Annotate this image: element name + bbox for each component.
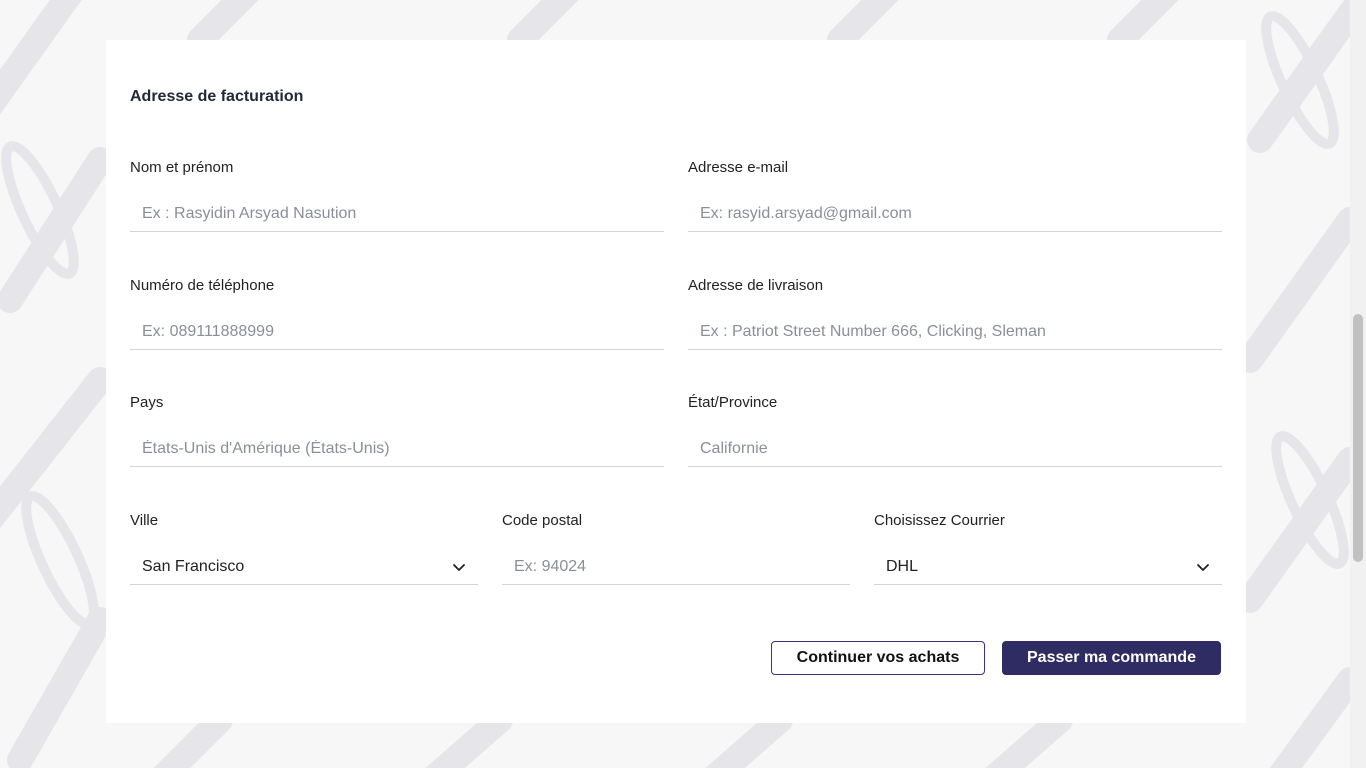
- continue-shopping-button[interactable]: Continuer vos achats: [771, 641, 985, 675]
- city-field: Ville San Francisco: [130, 511, 478, 585]
- country-field: Pays: [130, 393, 664, 467]
- state-input[interactable]: [688, 431, 1222, 467]
- courier-value: DHL: [886, 557, 919, 575]
- city-select[interactable]: San Francisco: [130, 549, 478, 585]
- chevron-down-icon: [452, 560, 466, 574]
- postal-code-input[interactable]: [502, 549, 850, 585]
- shipping-address-input[interactable]: [688, 314, 1222, 350]
- courier-select[interactable]: DHL: [874, 549, 1222, 585]
- name-field: Nom et prénom: [130, 158, 664, 232]
- country-label: Pays: [130, 394, 164, 411]
- phone-input[interactable]: [130, 314, 664, 350]
- country-input[interactable]: [130, 431, 664, 467]
- name-label: Nom et prénom: [130, 159, 234, 176]
- postal-code-label: Code postal: [502, 512, 583, 529]
- phone-label: Numéro de téléphone: [130, 277, 275, 294]
- state-field: État/Province: [688, 393, 1222, 467]
- place-order-button[interactable]: Passer ma commande: [1002, 641, 1221, 675]
- courier-field: Choisissez Courrier DHL: [874, 511, 1222, 585]
- postal-code-field: Code postal: [502, 511, 850, 585]
- email-field: Adresse e-mail: [688, 158, 1222, 232]
- scrollbar[interactable]: [1350, 0, 1366, 768]
- phone-field: Numéro de téléphone: [130, 276, 664, 350]
- name-input[interactable]: [130, 196, 664, 232]
- city-value: San Francisco: [142, 557, 245, 575]
- email-label: Adresse e-mail: [688, 159, 789, 176]
- email-input[interactable]: [688, 196, 1222, 232]
- chevron-down-icon: [1196, 560, 1210, 574]
- scrollbar-thumb[interactable]: [1353, 314, 1363, 562]
- shipping-address-field: Adresse de livraison: [688, 276, 1222, 350]
- section-title: Adresse de facturation: [130, 88, 304, 105]
- shipping-address-label: Adresse de livraison: [688, 277, 824, 294]
- courier-label: Choisissez Courrier: [874, 512, 1005, 529]
- city-label: Ville: [130, 512, 159, 529]
- state-label: État/Province: [688, 394, 778, 411]
- billing-card: Adresse de facturation Nom et prénom Adr…: [106, 40, 1246, 723]
